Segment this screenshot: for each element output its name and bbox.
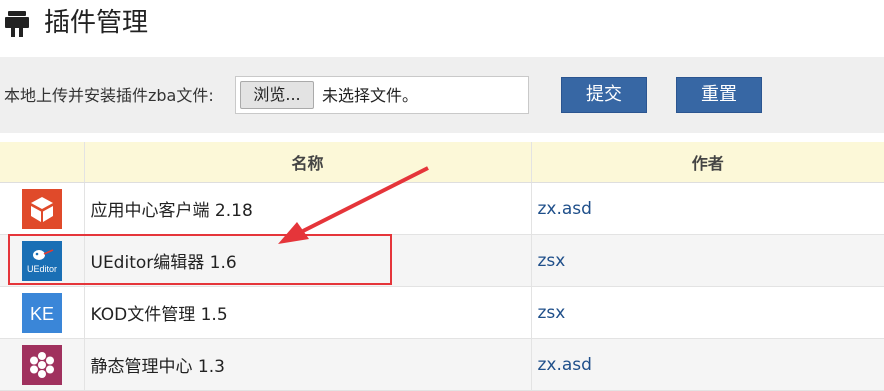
plug-icon: [5, 11, 29, 37]
plugin-name: 静态管理中心 1.3: [84, 338, 532, 391]
file-input[interactable]: 浏览... 未选择文件。: [235, 76, 529, 114]
icon-cell: [0, 338, 85, 391]
static-center-icon: [21, 344, 62, 385]
table-header-row: 名称 作者: [0, 142, 884, 183]
plugin-author-link[interactable]: zsx: [531, 286, 884, 339]
browse-button[interactable]: 浏览...: [240, 81, 314, 109]
page-header: 插件管理: [0, 0, 884, 57]
upload-label: 本地上传并安装插件zba文件:: [4, 86, 214, 105]
highlight-box: [8, 234, 392, 285]
kod-icon-text: KE: [30, 304, 54, 324]
page-title: 插件管理: [44, 8, 149, 38]
icon-cell: KE: [0, 286, 85, 339]
app-center-icon: [21, 188, 62, 229]
plugin-author-link[interactable]: zx.asd: [531, 338, 884, 391]
file-status-text: 未选择文件。: [322, 86, 419, 105]
plugin-name: KOD文件管理 1.5: [84, 286, 532, 339]
table-row: KE KOD文件管理 1.5 zsx: [0, 286, 884, 339]
plugin-author-link[interactable]: zsx: [531, 234, 884, 287]
plugin-author-link[interactable]: zx.asd: [531, 182, 884, 235]
plugin-name: 应用中心客户端 2.18: [84, 182, 532, 235]
column-header-name: 名称: [84, 142, 532, 183]
table-row: 应用中心客户端 2.18 zx.asd: [0, 182, 884, 235]
table-row: 静态管理中心 1.3 zx.asd: [0, 338, 884, 391]
icon-cell: [0, 182, 85, 235]
column-header-icon: [0, 142, 85, 183]
upload-bar: 本地上传并安装插件zba文件: 浏览... 未选择文件。 提交 重置: [0, 57, 884, 133]
submit-button[interactable]: 提交: [561, 77, 647, 113]
kod-icon: KE: [21, 292, 62, 333]
reset-button[interactable]: 重置: [676, 77, 762, 113]
column-header-author: 作者: [531, 142, 884, 183]
